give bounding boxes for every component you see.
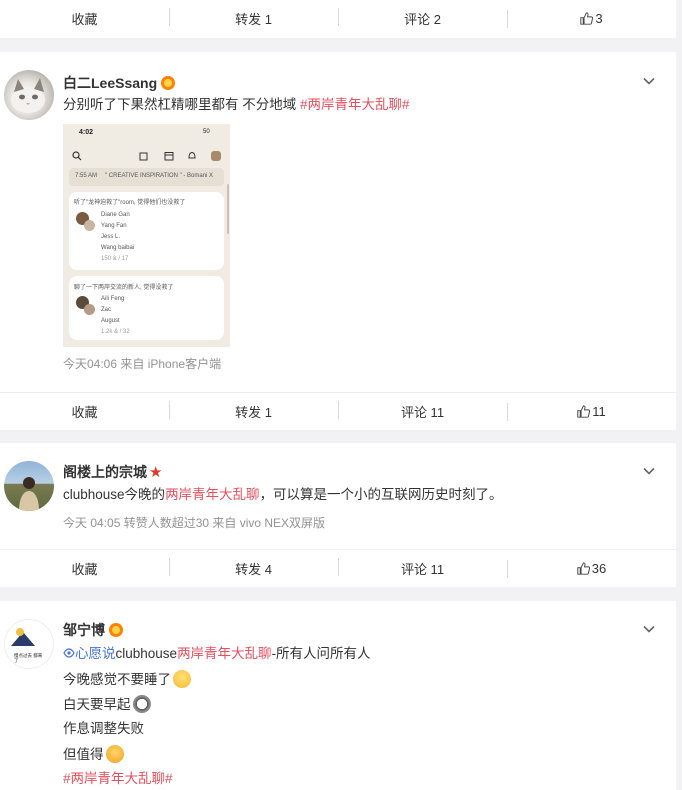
- post-text-plain: clubhouse: [115, 646, 178, 661]
- user-name[interactable]: 阁楼上的宗城 ★: [63, 462, 162, 482]
- quote-banner: 7:55 AM " CREATIVE INSPIRATION " - Boman…: [69, 168, 224, 186]
- like-count: 11: [592, 404, 606, 419]
- user-name[interactable]: 邹宁博: [63, 620, 123, 640]
- cat-avatar-icon: [11, 78, 45, 113]
- room-name-2: Yang Fan: [101, 223, 127, 229]
- post-text-plain: 但值得: [63, 747, 104, 762]
- like-button[interactable]: 36: [507, 560, 676, 578]
- invite-icon: [139, 152, 148, 161]
- post-meta: 今天 04:05 转赞人数超过30 来自 vivo NEX双屏版: [63, 516, 326, 530]
- topic-tag[interactable]: 两岸青年大乱聊: [177, 646, 272, 661]
- user-name-text[interactable]: 邹宁博: [63, 622, 105, 638]
- user-name[interactable]: 白二LeeSsang: [63, 73, 176, 93]
- post-text-plain: clubhouse今晚的: [63, 487, 166, 502]
- quote-text: " CREATIVE INSPIRATION " - Bomani X: [105, 173, 214, 179]
- forward-button[interactable]: 转发 1: [169, 401, 338, 421]
- comment-button[interactable]: 评论 2: [338, 8, 507, 28]
- room-title: 听了"龙神迫救了"room, 觉得他们也没救了: [74, 200, 186, 206]
- avatar[interactable]: 慢点过去 都来了: [4, 619, 54, 669]
- calendar-icon: [164, 152, 174, 161]
- post-text-line: 心愿说clubhouse两岸青年大乱聊-所有人问所有人: [63, 645, 371, 663]
- room-name-3: Jess L.: [101, 234, 121, 240]
- topic-tag[interactable]: 两岸青年大乱聊: [165, 487, 260, 502]
- post-text-line: 作息调整失败: [63, 720, 144, 738]
- like-button[interactable]: 11: [507, 403, 676, 421]
- room-name-4: Wang baibai: [101, 245, 135, 251]
- like-button[interactable]: 3: [507, 10, 676, 28]
- post-text: clubhouse今晚的两岸青年大乱聊，可以算是一个小的互联网历史时刻了。: [63, 486, 503, 504]
- post-text-plain: 作息调整失败: [63, 721, 144, 736]
- chevron-down-icon[interactable]: [642, 464, 656, 478]
- forward-button[interactable]: 转发 1: [169, 8, 338, 28]
- search-icon: [72, 151, 82, 161]
- profile-icon: [211, 151, 221, 161]
- chevron-down-icon[interactable]: [642, 74, 656, 88]
- user-name-text[interactable]: 阁楼上的宗城: [63, 464, 147, 480]
- thumbs-up-icon: [580, 12, 594, 25]
- avatar[interactable]: [4, 70, 54, 120]
- topic-tag[interactable]: #两岸青年大乱聊#: [63, 771, 173, 786]
- avatar[interactable]: [4, 461, 54, 511]
- comment-button[interactable]: 评论 11: [338, 558, 507, 578]
- collect-button[interactable]: 收藏: [0, 9, 169, 28]
- post-text-line: 今晚感觉不要睡了: [63, 670, 191, 689]
- post-card-top: 收藏 转发 1 评论 2 3: [0, 0, 676, 38]
- user-name-text[interactable]: 白二LeeSsang: [63, 75, 157, 91]
- avatar-caption: 慢点过去 都来了: [14, 653, 43, 663]
- post-text-line: #两岸青年大乱聊#: [63, 770, 173, 788]
- room-stats: 150 & / 17: [101, 256, 129, 262]
- topic-tag[interactable]: #两岸青年大乱聊#: [300, 97, 410, 112]
- room-stats: 1.2k & / 32: [101, 329, 130, 335]
- like-count: 3: [595, 11, 603, 26]
- post-card: 阁楼上的宗城 ★ clubhouse今晚的两岸青年大乱聊，可以算是一个小的互联网历…: [0, 443, 676, 587]
- room-name-3: August: [101, 318, 120, 324]
- post-actions: 收藏 转发 1 评论 11 11: [0, 392, 676, 430]
- post-text-plain: ，可以算是一个小的互联网历史时刻了。: [259, 487, 503, 502]
- quote-time: 7:55 AM: [75, 173, 98, 179]
- post-text-plain: 今晚感觉不要睡了: [63, 672, 171, 687]
- post-text-plain: 白天要早起: [63, 697, 131, 712]
- drooling-emoji-icon: [105, 745, 124, 763]
- post-text-plain: -所有人问所有人: [271, 646, 371, 661]
- thumbs-up-icon: [577, 562, 590, 575]
- room-name-1: Diane Gan: [101, 212, 130, 218]
- bell-icon: [188, 151, 196, 159]
- room-avatar: [84, 304, 95, 315]
- phone-battery: 50: [203, 129, 210, 135]
- room-name-1: Aili Feng: [101, 296, 125, 302]
- person-avatar-icon: [19, 477, 39, 511]
- link-icon: [63, 648, 75, 658]
- chevron-down-icon[interactable]: [642, 622, 656, 636]
- room-card: 聊了一下两岸交流的新人, 觉得没救了 Aili Feng Zac August …: [69, 276, 224, 340]
- post-meta: 今天04:06 来自 iPhone客户端: [63, 357, 222, 371]
- super-topic-link[interactable]: 心愿说: [75, 646, 116, 661]
- forward-button[interactable]: 转发 4: [169, 558, 338, 578]
- collect-button[interactable]: 收藏: [0, 402, 169, 421]
- post-card: 慢点过去 都来了 邹宁博 心愿说clubhouse两岸青年大乱聊-所有人问所有人…: [0, 601, 676, 790]
- collect-button[interactable]: 收藏: [0, 559, 169, 578]
- like-count: 36: [591, 561, 607, 576]
- vip-badge-icon: [109, 623, 123, 637]
- room-title: 聊了一下两岸交流的新人, 觉得没救了: [74, 285, 174, 291]
- post-text-line: 但值得: [63, 745, 124, 764]
- phone-time: 4:02: [79, 129, 94, 136]
- room-avatar: [84, 220, 95, 231]
- post-card: 白二LeeSsang 分别听了下果然杠精哪里都有 不分地域 #两岸青年大乱聊# …: [0, 52, 676, 430]
- room-name-2: Zac: [101, 307, 112, 313]
- laughing-emoji-icon: [173, 670, 191, 688]
- comment-button[interactable]: 评论 11: [338, 401, 507, 421]
- post-text-line: 白天要早起: [63, 695, 151, 714]
- post-actions: 收藏 转发 4 评论 11 36: [0, 549, 676, 587]
- post-image[interactable]: 4:02 50 7:55 AM " CREATIVE INSPIRATION "…: [63, 124, 230, 347]
- scrollbar: [227, 184, 229, 234]
- post-actions: 收藏 转发 1 评论 2 3: [0, 0, 676, 37]
- vip-badge-icon: [161, 76, 176, 90]
- panda-emoji-icon: [132, 695, 151, 713]
- star-badge-icon: ★: [149, 464, 163, 481]
- post-text: 分别听了下果然杠精哪里都有 不分地域 #两岸青年大乱聊#: [63, 96, 410, 114]
- post-text-plain: 分别听了下果然杠精哪里都有 不分地域: [63, 97, 301, 112]
- room-card: 听了"龙神迫救了"room, 觉得他们也没救了 Diane Gan Yang F…: [69, 192, 224, 270]
- thumbs-up-icon: [577, 405, 591, 418]
